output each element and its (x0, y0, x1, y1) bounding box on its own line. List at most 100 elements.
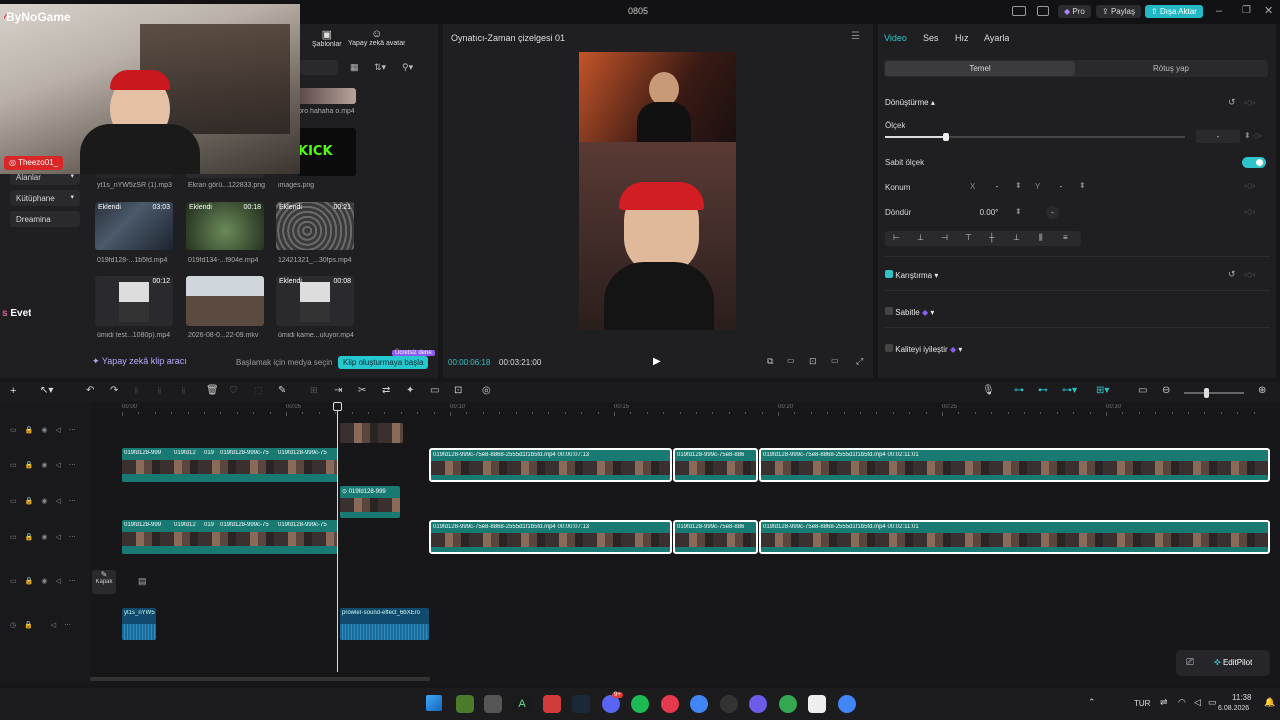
zoom-slider-handle[interactable] (1204, 388, 1209, 398)
preview-axis-icon[interactable]: ⊞▾ (1096, 385, 1109, 396)
shield-icon[interactable]: ⛉ (230, 385, 237, 396)
keyframe-icon[interactable]: ‹◇› (1244, 207, 1255, 216)
notifications-icon[interactable]: 🔔 (1264, 697, 1275, 708)
x-stepper-icon[interactable]: ⬍ (1015, 181, 1022, 190)
obs-icon[interactable] (720, 695, 738, 713)
blend-section[interactable]: Karıştırma ▾ (885, 270, 938, 280)
tab-video[interactable]: Video (884, 33, 907, 43)
playhead-handle[interactable] (333, 402, 342, 411)
aspect-ratio-icon[interactable]: ▭ (831, 356, 839, 365)
cover-button[interactable]: ✎ Kapak (92, 570, 116, 594)
subtab-retouch[interactable]: Rötuş yap (1076, 61, 1266, 76)
scale-stepper-icon[interactable]: ⬍ (1244, 131, 1251, 140)
tab-audio[interactable]: Ses (923, 33, 939, 43)
microphone-icon[interactable]: 🎙 (982, 385, 995, 396)
templates-tab[interactable]: ▣ Şablonlar (312, 28, 342, 48)
magnet-icon[interactable]: ⊷ (1038, 385, 1048, 396)
freeze-icon[interactable]: ⊞ (310, 385, 318, 396)
keyframe-icon[interactable]: ◇› (1253, 131, 1262, 140)
media-thumb[interactable]: Eklendi 00:18 (186, 202, 264, 250)
spotify-icon[interactable] (631, 695, 649, 713)
editpilot-button[interactable]: ✜ EditPilot (1214, 658, 1252, 667)
track-controls-2[interactable]: ▭🔒◉◁⋯ (10, 461, 84, 469)
rotate-dial[interactable]: - (1046, 206, 1059, 219)
add-icon[interactable]: + (10, 385, 16, 397)
media-thumb[interactable]: 00:12 (95, 276, 173, 326)
windows-start-icon[interactable] (426, 695, 442, 711)
ai-clip-tool[interactable]: ✦ Yapay zekâ klip aracı (92, 356, 187, 367)
shortcuts-icon[interactable] (1037, 6, 1049, 16)
mirror-icon[interactable]: ⇄ (382, 385, 390, 396)
timeline-scrollbar[interactable] (90, 677, 430, 681)
align-middle-icon[interactable]: ┼ (989, 233, 995, 242)
align-bottom-icon[interactable]: ⊥ (1013, 233, 1020, 242)
track-controls-5[interactable]: ▭🔒◉◁⋯ (10, 577, 84, 585)
quality-icon[interactable]: ▭ (787, 356, 795, 365)
search-input[interactable] (300, 60, 338, 75)
network-icon[interactable]: ⇌ (1160, 697, 1168, 708)
align-right-icon[interactable]: ⊣ (941, 233, 948, 242)
rotate-stepper-icon[interactable]: ⬍ (1015, 207, 1022, 216)
capcut-icon[interactable] (808, 695, 826, 713)
chrome-alt-icon[interactable] (779, 695, 797, 713)
media-thumb[interactable]: KICK (298, 128, 356, 176)
timeline-ruler[interactable]: 00:00 00:05 00:10 00:15 00:20 00:25 00:30 (90, 402, 1280, 416)
position-y-input[interactable]: - (1046, 180, 1076, 193)
layout-icon[interactable] (1012, 6, 1026, 16)
minecraft-icon[interactable] (456, 695, 474, 713)
track-controls-1[interactable]: ▭🔒◉◁⋯ (10, 426, 84, 434)
media-thumb[interactable]: Eklendi 00:21 (276, 202, 354, 250)
speed-icon[interactable]: ◎ (482, 385, 491, 396)
overlay-clip[interactable] (340, 423, 403, 443)
delete-icon[interactable]: 🗑 (206, 385, 219, 396)
track1-clip-c[interactable]: 019fd128-999c-75e8-8868-2555d1f1b5fd.mp4… (759, 448, 1270, 482)
stabilize-section[interactable]: Sabitle ◆ ▾ (885, 307, 934, 317)
media-thumb[interactable] (186, 276, 264, 326)
track-controls-4[interactable]: ▭🔒◉◁⋯ (10, 533, 84, 541)
filter-icon[interactable]: ⚲▾ (402, 62, 413, 73)
crop-icon[interactable]: ⧉ (767, 356, 773, 367)
mask-icon[interactable]: ✂ (358, 385, 366, 396)
media-player-icon[interactable] (661, 695, 679, 713)
stabilize-checkbox[interactable] (885, 307, 893, 315)
playhead[interactable] (337, 404, 338, 672)
track1-clip-a[interactable]: 019fd128-999c-75e8-8868-2555d1f1b5fd.mp4… (429, 448, 672, 482)
share-button[interactable]: ⇪ Paylaş (1096, 5, 1141, 18)
reset-icon[interactable]: ↺ (1228, 97, 1236, 108)
align-left-icon[interactable]: ⊢ (893, 233, 900, 242)
scale-slider-handle[interactable] (943, 133, 949, 141)
track1-clips-left[interactable]: 019fd128-999 019fd12 019 019fd128-999c-7… (122, 448, 338, 482)
keyframe-icon[interactable]: ‹◇› (1244, 98, 1255, 107)
audio-clip-1[interactable]: yt1s_nYW5 (122, 608, 156, 640)
sort-icon[interactable]: ⇅▾ (374, 62, 386, 73)
media-thumb[interactable]: Eklendi 03:03 (95, 202, 173, 250)
zoom-in-icon[interactable]: ⊕ (1258, 385, 1266, 396)
audio-clip-2[interactable]: prowler-sound-effect_6bXEro (340, 608, 429, 640)
ai-effect-icon[interactable]: ✦ (406, 385, 414, 396)
undo-icon[interactable]: ↶ (86, 385, 94, 396)
clock-time[interactable]: 11:38 (1232, 693, 1251, 702)
link-icon[interactable]: ⊶ (1014, 385, 1024, 396)
pro-button[interactable]: ◆ Pro (1058, 5, 1091, 18)
minimize-icon[interactable]: – (1216, 5, 1222, 17)
start-clip-button[interactable]: Klip oluşturmaya başla (338, 356, 429, 369)
export-button[interactable]: ⇧ Dışa Aktar (1145, 5, 1203, 18)
caption-icon[interactable]: ▭ (1138, 385, 1147, 396)
close-icon[interactable]: ✕ (1264, 4, 1273, 17)
reset-icon[interactable]: ↺ (1228, 269, 1236, 280)
scale-input[interactable]: - (1196, 130, 1240, 143)
align-top-icon[interactable]: ⊤ (965, 233, 972, 242)
quality-checkbox[interactable] (885, 344, 893, 352)
sidebar-item-dreamina[interactable]: Dreamina (10, 211, 80, 227)
menu-icon[interactable]: ☰ (851, 31, 860, 42)
chrome-icon[interactable] (690, 695, 708, 713)
tab-adjust[interactable]: Ayarla (984, 33, 1009, 43)
align-center-icon[interactable]: ⊥ (917, 233, 924, 242)
quality-section[interactable]: Kaliteyi iyileştir ◆ ▾ (885, 344, 962, 354)
media-thumb[interactable]: Eklendi 00:08 (276, 276, 354, 326)
distribute-h-icon[interactable]: ⫼ (1039, 233, 1043, 243)
keyframe-icon[interactable]: ‹◇› (1244, 270, 1255, 279)
maximize-icon[interactable]: ❐ (1242, 5, 1251, 16)
audio-track-controls[interactable]: ◷🔒 ◁⋯ (10, 621, 79, 629)
sidebar-item-library[interactable]: Kütüphane ▾ (10, 190, 80, 206)
